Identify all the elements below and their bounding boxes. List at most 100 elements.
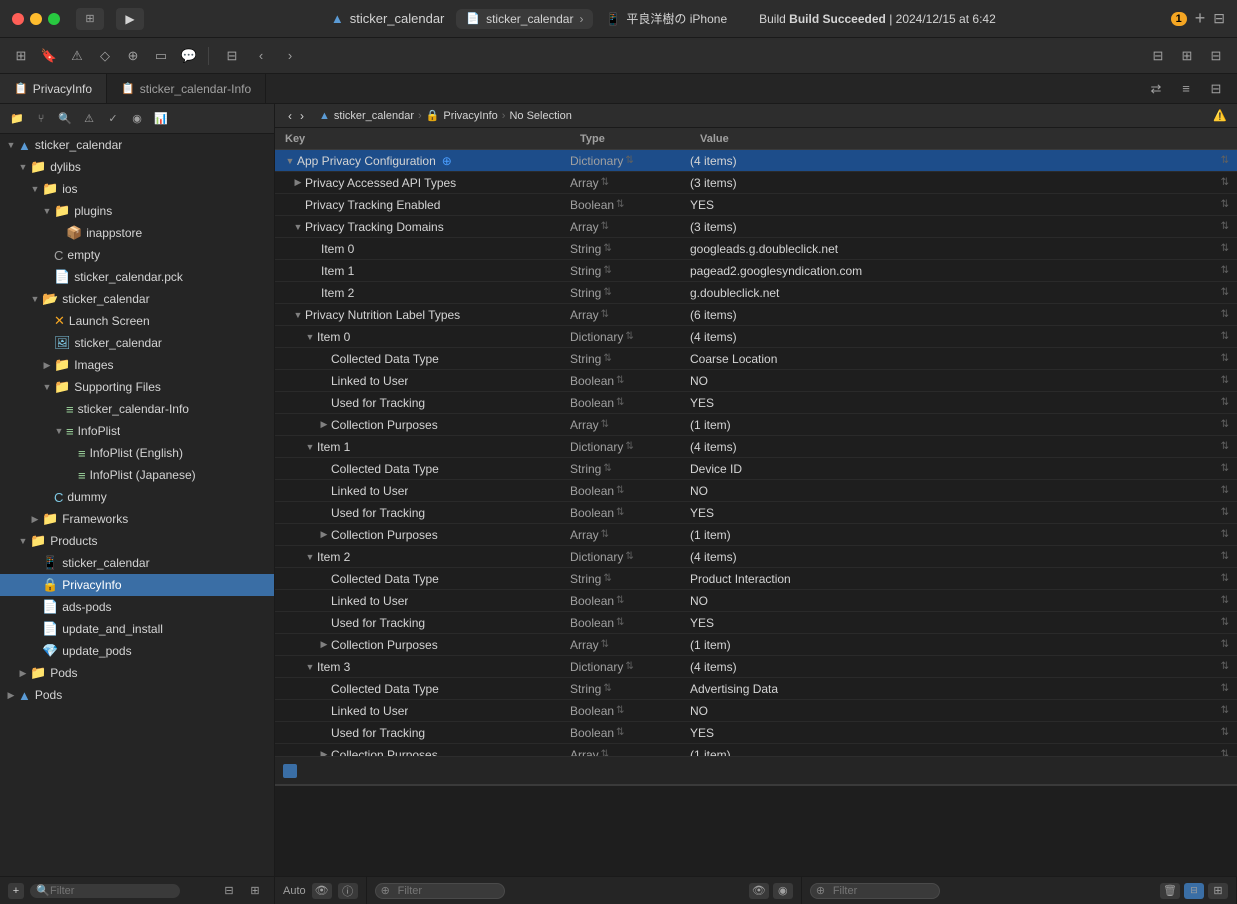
sidebar-warning-btn[interactable]: ⚠ (78, 109, 100, 129)
row-item2-collected[interactable]: ▶ Collected Data Type String ⇅ Product I… (275, 568, 1237, 590)
sidebar-item-inappstore[interactable]: ▶ 📦 inappstore (0, 222, 274, 244)
sidebar-item-infoplist-ja[interactable]: ▶ ≡ InfoPlist (Japanese) (0, 464, 274, 486)
row-app-privacy-config[interactable]: ▼ App Privacy Configuration ⊕ Dictionary… (275, 150, 1237, 172)
sidebar-item-pck[interactable]: ▶ 📄 sticker_calendar.pck (0, 266, 274, 288)
row-privacy-accessed[interactable]: ▶ Privacy Accessed API Types Array ⇅ (3 … (275, 172, 1237, 194)
privacy-accessed-val-stepper[interactable]: ⇅ (1221, 177, 1229, 188)
view-toggle-center[interactable]: ⊞ (1174, 45, 1200, 67)
row-item1-nutrition[interactable]: ▼ Item 1 Dictionary ⇅ (4 items) ⇅ (275, 436, 1237, 458)
rect-btn[interactable]: ▭ (148, 45, 174, 67)
chat-btn[interactable]: 💬 (176, 45, 202, 67)
breadcrumb-file[interactable]: PrivacyInfo (443, 110, 497, 122)
auto-label[interactable]: Auto (283, 885, 306, 897)
sidebar-item-ads-pods[interactable]: ▶ 📄 ads-pods (0, 596, 274, 618)
row-item1-tracking[interactable]: ▶ Used for Tracking Boolean ⇅ YES ⇅ (275, 502, 1237, 524)
sidebar-item-sc-info[interactable]: ▶ ≡ sticker_calendar-Info (0, 398, 274, 420)
sidebar-search-btn[interactable]: 🔍 (54, 109, 76, 129)
center-obj-btn[interactable]: ◉ (773, 883, 793, 899)
sidebar-view-btn2[interactable]: ⊞ (244, 881, 266, 901)
row-item1-collected[interactable]: ▶ Collected Data Type String ⇅ Device ID… (275, 458, 1237, 480)
play-button[interactable]: ▶ (116, 8, 144, 30)
related-files-btn[interactable]: ⇄ (1143, 78, 1169, 100)
sidebar-git-btn[interactable]: ⑂ (30, 109, 52, 129)
breadcrumb-back-btn[interactable]: ‹ (285, 109, 295, 123)
sidebar-item-frameworks[interactable]: ▶ 📁 Frameworks (0, 508, 274, 530)
sidebar-item-empty[interactable]: ▶ C empty (0, 244, 274, 266)
add-button[interactable]: + (1195, 8, 1206, 29)
center-filter-input[interactable] (375, 883, 505, 899)
editor-mode-btn[interactable]: ⊟ (219, 45, 245, 67)
row-item1-linked[interactable]: ▶ Linked to User Boolean ⇅ NO ⇅ (275, 480, 1237, 502)
app-privacy-type-stepper[interactable]: ⇅ (625, 155, 633, 166)
sidebar-item-root[interactable]: ▼ ▲ sticker_calendar (0, 134, 274, 156)
row-item2-tracking[interactable]: ▶ Used for Tracking Boolean ⇅ YES ⇅ (275, 612, 1237, 634)
row-item2-nutrition[interactable]: ▼ Item 2 Dictionary ⇅ (4 items) ⇅ (275, 546, 1237, 568)
sidebar-item-sc-group[interactable]: ▼ 📂 sticker_calendar (0, 288, 274, 310)
tracking-enabled-stepper[interactable]: ⇅ (616, 199, 624, 210)
sidebar-item-infoplist-en[interactable]: ▶ ≡ InfoPlist (English) (0, 442, 274, 464)
sidebar-filter-input[interactable] (50, 885, 172, 897)
row-item0-collected[interactable]: ▶ Collected Data Type String ⇅ Coarse Lo… (275, 348, 1237, 370)
app-privacy-val-stepper[interactable]: ⇅ (1221, 155, 1229, 166)
issue-btn[interactable]: ◇ (92, 45, 118, 67)
sidebar-item-xcassets[interactable]: ▶ 🖼 sticker_calendar (0, 332, 274, 354)
sidebar-item-pods-group[interactable]: ▶ 📁 Pods (0, 662, 274, 684)
right-view-btn1[interactable]: ⊟ (1184, 883, 1204, 899)
tracking-enabled-val-stepper[interactable]: ⇅ (1221, 199, 1229, 210)
view-toggle-right[interactable]: ⊟ (1203, 45, 1229, 67)
row-nutrition-label-types[interactable]: ▼ Privacy Nutrition Label Types Array ⇅ … (275, 304, 1237, 326)
tracking-domains-val-stepper[interactable]: ⇅ (1221, 221, 1229, 232)
breadcrumb-warning-icon[interactable]: ⚠️ (1213, 109, 1227, 122)
sidebar-report-btn[interactable]: 📊 (150, 109, 172, 129)
auto-info-btn[interactable]: ⓘ (338, 883, 358, 899)
sidebar-add-btn[interactable]: + (8, 883, 24, 899)
editor-split-btn[interactable]: ⊟ (1203, 78, 1229, 100)
row-item1-purposes[interactable]: ▶ Collection Purposes Array ⇅ (1 item) ⇅ (275, 524, 1237, 546)
breadcrumb-forward-btn[interactable]: › (297, 109, 307, 123)
auto-eye-btn[interactable]: 👁 (312, 883, 332, 899)
warning-btn[interactable]: ⚠ (64, 45, 90, 67)
sidebar-item-update-install[interactable]: ▶ 📄 update_and_install (0, 618, 274, 640)
sidebar-item-update-pods[interactable]: ▶ 💎 update_pods (0, 640, 274, 662)
privacy-accessed-stepper[interactable]: ⇅ (601, 177, 609, 188)
view-toggle-left[interactable]: ⊟ (1145, 45, 1171, 67)
row-item2-domain[interactable]: ▶ Item 2 String ⇅ g.doubleclick.net ⇅ (275, 282, 1237, 304)
sidebar-item-supporting-files[interactable]: ▼ 📁 Supporting Files (0, 376, 274, 398)
file-tab[interactable]: 📄 sticker_calendar › (456, 9, 593, 29)
tab-sticker-info[interactable]: 📋 sticker_calendar-Info (107, 74, 266, 103)
right-trash-btn[interactable]: 🗑 (1160, 883, 1180, 899)
row-item3-tracking[interactable]: ▶ Used for Tracking Boolean ⇅ YES ⇅ (275, 722, 1237, 744)
split-view-button[interactable]: ⊟ (1213, 10, 1225, 27)
row-item0-linked[interactable]: ▶ Linked to User Boolean ⇅ NO ⇅ (275, 370, 1237, 392)
tracking-domains-stepper[interactable]: ⇅ (601, 221, 609, 232)
row-item2-purposes[interactable]: ▶ Collection Purposes Array ⇅ (1 item) ⇅ (275, 634, 1237, 656)
maximize-button[interactable] (48, 13, 60, 25)
row-privacy-tracking-domains[interactable]: ▼ Privacy Tracking Domains Array ⇅ (3 it… (275, 216, 1237, 238)
tab-privacyinfo[interactable]: 📋 PrivacyInfo (0, 74, 107, 103)
sidebar-item-infoplist[interactable]: ▼ ≡ InfoPlist (0, 420, 274, 442)
app-privacy-add-btn[interactable]: ⊕ (442, 154, 452, 168)
row-item1-domain[interactable]: ▶ Item 1 String ⇅ pagead2.googlesyndicat… (275, 260, 1237, 282)
center-eye-btn[interactable]: 👁 (749, 883, 769, 899)
row-item3-purposes[interactable]: ▶ Collection Purposes Array ⇅ (1 item) ⇅ (275, 744, 1237, 756)
device-tab[interactable]: 📱 平良洋樹の iPhone (605, 10, 727, 27)
sidebar-item-dummy[interactable]: ▶ C dummy (0, 486, 274, 508)
editor-list-btn[interactable]: ≡ (1173, 78, 1199, 100)
sidebar-item-ios[interactable]: ▼ 📁 ios (0, 178, 274, 200)
sidebar-item-plugins[interactable]: ▼ 📁 plugins (0, 200, 274, 222)
navigator-toggle-btn[interactable]: ⊞ (8, 45, 34, 67)
close-button[interactable] (12, 13, 24, 25)
row-privacy-tracking-enabled[interactable]: ▶ Privacy Tracking Enabled Boolean ⇅ YES… (275, 194, 1237, 216)
right-view-btn2[interactable]: ⊞ (1208, 883, 1228, 899)
sidebar-item-dylibs[interactable]: ▼ 📁 dylibs (0, 156, 274, 178)
row-item3-nutrition[interactable]: ▼ Item 3 Dictionary ⇅ (4 items) ⇅ (275, 656, 1237, 678)
breadcrumb-project[interactable]: sticker_calendar (334, 110, 414, 122)
sidebar-folder-btn[interactable]: 📁 (6, 109, 28, 129)
warning-badge[interactable]: 1 (1171, 12, 1187, 26)
breakpoint-btn[interactable]: ⊕ (120, 45, 146, 67)
sidebar-item-products[interactable]: ▼ 📁 Products (0, 530, 274, 552)
nav-back-btn[interactable]: ‹ (248, 45, 274, 67)
sidebar-item-privacyinfo[interactable]: ▶ 🔒 PrivacyInfo (0, 574, 274, 596)
sidebar-toggle-button[interactable]: ⊞ (76, 8, 104, 30)
sidebar-item-launch-screen[interactable]: ▶ ✕ Launch Screen (0, 310, 274, 332)
